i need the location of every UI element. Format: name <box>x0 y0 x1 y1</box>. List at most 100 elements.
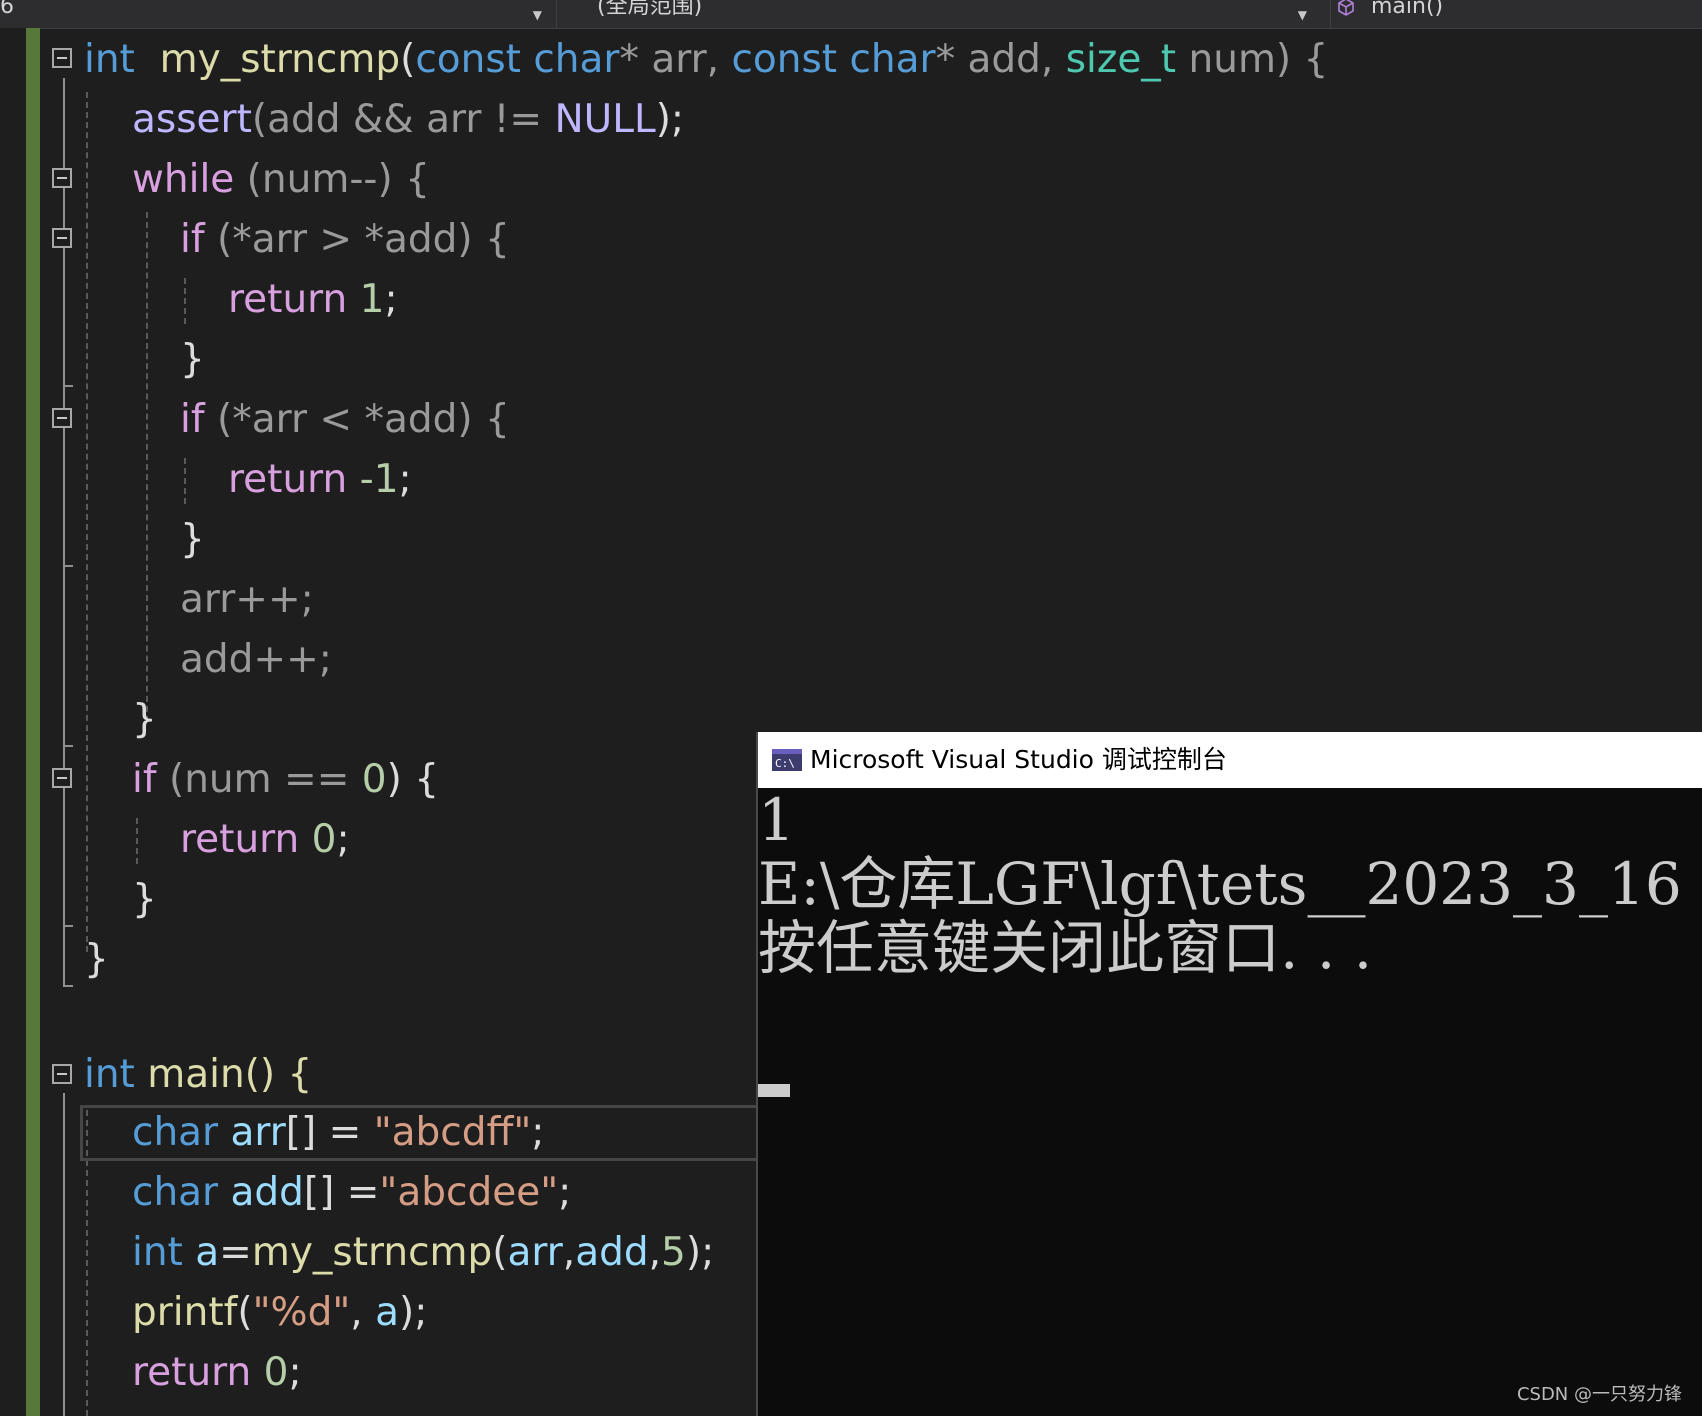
token-text: [] = <box>303 1170 380 1215</box>
token-function: main() { <box>134 1052 313 1097</box>
code-line: } <box>132 877 157 922</box>
code-line: char arr[] = "abcdff"; <box>132 1105 544 1160</box>
code-line: assert(add && arr != NULL); <box>132 92 684 147</box>
project-dropdown-label: 6 <box>0 0 14 19</box>
token-param: (num--) { <box>234 157 430 202</box>
token-text: ; <box>398 457 412 502</box>
token-keyword: int <box>132 1230 183 1275</box>
scope-dropdown[interactable]: (全局范围) ▼ <box>556 0 1317 28</box>
token-text: = <box>219 1230 252 1275</box>
token-variable: add <box>218 1170 304 1215</box>
token-variable: add <box>575 1230 649 1275</box>
collapse-icon[interactable] <box>52 48 72 68</box>
token-variable: a <box>182 1230 220 1275</box>
watermark: CSDN @一只努力锋 <box>1516 1384 1682 1405</box>
token-keyword: int <box>84 37 135 82</box>
token-text: ; <box>384 277 398 322</box>
token-macro: assert <box>132 97 252 142</box>
indent-guide <box>184 458 186 504</box>
token-function: printf <box>132 1290 238 1335</box>
token-number: 0 <box>251 1350 289 1395</box>
token-number: 1 <box>347 277 385 322</box>
scope-dropdown-label: (全局范围) <box>597 0 703 19</box>
indent-guide <box>136 818 138 864</box>
token-number: 5 <box>661 1230 686 1275</box>
token-text: ( <box>237 1290 253 1335</box>
token-function: my_strncmp <box>159 37 401 82</box>
token-control: return <box>228 277 348 322</box>
token-control: return <box>132 1350 252 1395</box>
code-line: } <box>84 937 109 982</box>
token-keyword: char <box>533 37 620 82</box>
token-text: ; <box>558 1170 572 1215</box>
token-text: ; <box>531 1110 545 1155</box>
token-keyword: char <box>132 1170 219 1215</box>
token-param: (*arr < *add) { <box>204 397 510 442</box>
chevron-down-icon: ▼ <box>1297 8 1307 22</box>
token-type: size_t <box>1065 37 1177 82</box>
token-keyword: char <box>132 1110 219 1155</box>
token-number: -1 <box>347 457 399 502</box>
token-keyword: char <box>849 37 936 82</box>
token-number: 0 <box>361 757 387 802</box>
outline-tick <box>63 385 73 387</box>
code-line: } <box>180 517 205 562</box>
code-line: int my_strncmp(const char* arr, const ch… <box>84 37 1329 82</box>
code-line: int a=my_strncmp(arr,add,5); <box>132 1225 714 1280</box>
console-app-icon: C:\ <box>772 749 802 771</box>
function-dropdown-label: main() <box>1371 0 1444 19</box>
text-cursor <box>758 1084 790 1097</box>
code-line: } <box>132 697 157 742</box>
function-dropdown[interactable]: main() <box>1330 0 1702 28</box>
token-param: * add, <box>935 37 1066 82</box>
collapse-icon[interactable] <box>52 408 72 428</box>
collapse-icon[interactable] <box>52 768 72 788</box>
code-line: return -1; <box>228 452 412 507</box>
token-text: [] = <box>285 1110 374 1155</box>
indent-guide <box>184 278 186 324</box>
outline-tick <box>63 985 73 987</box>
token-text: , <box>350 1290 376 1335</box>
collapse-icon[interactable] <box>52 228 72 248</box>
navigation-bar: 6 ▼ (全局范围) ▼ main() <box>0 0 1702 29</box>
change-tracking-bar <box>26 28 40 1416</box>
indent-guide <box>146 212 148 722</box>
code-line: arr++; <box>180 577 314 622</box>
token-text: ); <box>655 97 685 142</box>
token-string: "%d" <box>252 1290 351 1335</box>
code-line: return 0; <box>180 812 350 867</box>
outline-tick <box>63 925 73 927</box>
code-line: return 1; <box>228 272 398 327</box>
project-dropdown[interactable]: 6 ▼ <box>0 0 548 28</box>
token-keyword: const <box>731 37 838 82</box>
token-text: , <box>648 1230 662 1275</box>
collapse-icon[interactable] <box>52 1064 72 1084</box>
token-param: (num == <box>156 757 362 802</box>
console-titlebar[interactable]: C:\ Microsoft Visual Studio 调试控制台 <box>758 732 1702 788</box>
token-param: (add && arr != <box>251 97 555 142</box>
token-control: return <box>228 457 348 502</box>
token-number: 0 <box>299 817 337 862</box>
debug-console-window[interactable]: C:\ Microsoft Visual Studio 调试控制台 1 E:\仓… <box>756 732 1702 1416</box>
console-output-line: 1 <box>758 786 795 854</box>
token-control: while <box>132 157 235 202</box>
outline-line <box>63 78 65 986</box>
token-param: (*arr > *add) { <box>204 217 510 262</box>
token-text: ( <box>492 1230 508 1275</box>
code-line: if (num == 0) { <box>132 752 439 807</box>
line-number-gutter <box>0 28 26 1416</box>
code-line: add++; <box>180 637 332 682</box>
token-param: * arr, <box>619 37 732 82</box>
token-string: "abcdee" <box>379 1170 559 1215</box>
token-text: ); <box>685 1230 715 1275</box>
method-cube-icon <box>1338 0 1354 16</box>
code-line: int main() { <box>84 1047 312 1102</box>
token-text: , <box>562 1230 576 1275</box>
code-line: if (*arr < *add) { <box>180 392 510 447</box>
token-param: num) { <box>1176 37 1329 82</box>
code-line: } <box>180 337 205 382</box>
token-variable: a <box>375 1290 399 1335</box>
outline-tick <box>63 565 73 567</box>
collapse-icon[interactable] <box>52 168 72 188</box>
token-keyword: int <box>84 1052 135 1097</box>
